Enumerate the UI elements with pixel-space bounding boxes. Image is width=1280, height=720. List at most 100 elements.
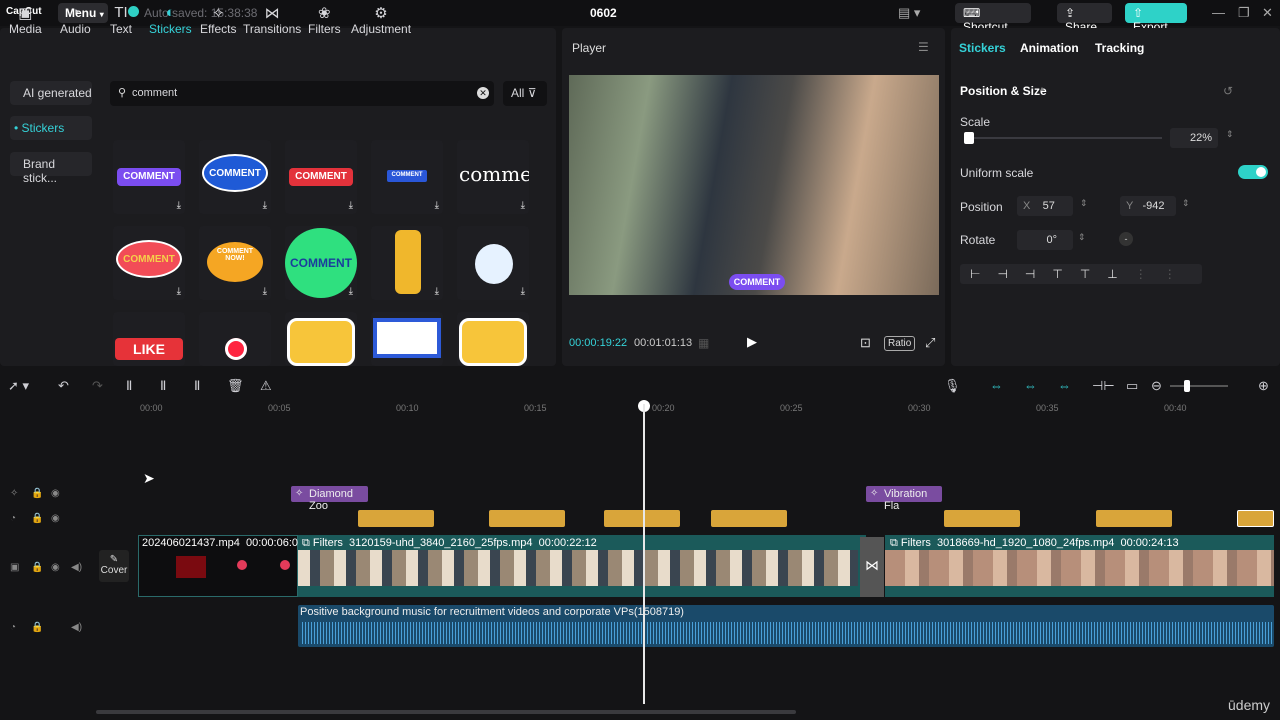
share-button[interactable]: ⇪ Share [1057, 3, 1112, 34]
download-icon[interactable]: ⤓ [521, 286, 525, 297]
project-title[interactable]: 0602 [590, 6, 617, 20]
sticker-tile[interactable]: COMMENT ⤓ [285, 226, 357, 300]
align-toolbar[interactable]: ⊢⊣⊣⊤⊤⊥⋮⋮ [960, 264, 1202, 284]
sticker-tile[interactable]: ⤓ [371, 226, 443, 300]
layout-icon[interactable]: ▤ ▾ [898, 5, 920, 21]
scale-slider-track[interactable] [966, 137, 1162, 139]
record-mic-icon[interactable]: 🎙 [944, 378, 961, 394]
sticker-tile[interactable]: COMMENT ⤓ [199, 140, 271, 214]
lock-icon[interactable]: 🔒 [31, 513, 43, 524]
scale-stepper-icon[interactable]: ⇕ [1226, 129, 1234, 140]
rotate-dial-icon[interactable]: - [1119, 232, 1133, 246]
tab-effects[interactable]: ✧ Effects [200, 4, 236, 36]
x-stepper-icon[interactable]: ⇕ [1080, 198, 1088, 209]
auto-snap-icon[interactable]: ⇔ [1024, 378, 1037, 393]
caption-icon[interactable]: ▭ [1126, 378, 1138, 394]
expand-icon[interactable]: ⤢ [925, 335, 935, 351]
zoom-out-icon[interactable]: ⊖ [1151, 378, 1162, 394]
download-icon[interactable]: ⤓ [349, 286, 353, 297]
transition-icon[interactable]: ⋈ [860, 537, 884, 597]
split-right-icon[interactable]: Ⅱ [194, 378, 200, 394]
download-icon[interactable]: ⤓ [263, 200, 267, 211]
download-icon[interactable]: ⤓ [177, 200, 181, 211]
cover-button[interactable]: ✎ Cover [99, 550, 129, 582]
filter-button[interactable]: All ⊽ [503, 81, 547, 106]
collapse-icon[interactable]: ▴ [1040, 84, 1044, 93]
scale-field[interactable]: 22% [1170, 128, 1218, 148]
sticker-tile[interactable]: COMMENT ⤓ [113, 226, 185, 300]
tab-animation[interactable]: Animation [1020, 41, 1079, 55]
sticker-clip[interactable] [358, 510, 434, 527]
sticker-tile[interactable] [199, 312, 271, 366]
ratio-button[interactable]: Ratio [884, 336, 916, 351]
scale-slider-knob[interactable] [964, 132, 974, 144]
section-title[interactable]: Position & Size [960, 84, 1047, 98]
close-icon[interactable]: ✕ [1262, 5, 1273, 21]
playhead[interactable] [643, 404, 645, 704]
category-ai-generated[interactable]: AI generated [10, 81, 92, 105]
tab-text[interactable]: TI Text [110, 4, 132, 36]
sticker-tile[interactable] [457, 312, 529, 366]
tab-stickers[interactable]: ◐ Stickers [149, 4, 192, 36]
lock-icon[interactable]: 🔒 [31, 488, 43, 499]
timeline-scrollbar[interactable] [96, 710, 796, 714]
main-track-magnet-icon[interactable]: ⇔ [990, 378, 1003, 393]
reset-icon[interactable]: ↺ [1223, 84, 1233, 98]
sticker-clip[interactable] [711, 510, 787, 527]
redo-icon[interactable]: ↷ [92, 378, 103, 394]
sticker-clip[interactable] [1096, 510, 1172, 527]
rotate-field[interactable]: 0° [1017, 230, 1073, 250]
sticker-tile[interactable]: LIKE [113, 312, 185, 366]
position-x-field[interactable]: X 57 [1017, 196, 1073, 216]
sticker-clip[interactable] [944, 510, 1020, 527]
sticker-tile[interactable]: COMMENT ⤓ [113, 140, 185, 214]
split-left-icon[interactable]: Ⅱ [160, 378, 166, 394]
sticker-tile[interactable]: ⤓ [457, 226, 529, 300]
download-icon[interactable]: ⤓ [435, 200, 439, 211]
tab-transitions[interactable]: ⋈ Transitions [243, 4, 301, 36]
timeline-view-icon[interactable]: ▦ [698, 336, 709, 350]
download-icon[interactable]: ⤓ [349, 200, 353, 211]
category-brand-stickers[interactable]: Brand stick... [10, 152, 92, 185]
video-preview[interactable]: COMMENT [569, 75, 939, 295]
tab-stickers[interactable]: Stickers [959, 41, 1006, 55]
play-icon[interactable]: ▶ [747, 334, 757, 350]
comment-sticker-overlay[interactable]: COMMENT [729, 274, 785, 290]
download-icon[interactable]: ⤓ [521, 200, 525, 211]
delete-icon[interactable]: 🗑 [227, 378, 244, 394]
audio-mute-icon[interactable]: ◀) [71, 562, 82, 573]
audio-mute-icon[interactable]: ◀) [71, 622, 82, 633]
sticker-tile[interactable]: COMMENT ⤓ [285, 140, 357, 214]
export-button[interactable]: ⇧ Export [1125, 3, 1187, 34]
linkage-icon[interactable]: ⇔ [1058, 378, 1071, 393]
zoom-slider-knob[interactable] [1184, 380, 1190, 392]
sticker-clip[interactable] [489, 510, 565, 527]
visibility-icon[interactable]: ◉ [51, 488, 60, 499]
undo-icon[interactable]: ↶ [58, 378, 69, 394]
fullscreen-crop-icon[interactable]: ⊡ [860, 335, 871, 351]
y-stepper-icon[interactable]: ⇕ [1182, 198, 1190, 209]
download-icon[interactable]: ⤓ [177, 286, 181, 297]
clear-search-icon[interactable]: ✕ [477, 87, 489, 99]
visibility-icon[interactable]: ◉ [51, 513, 60, 524]
category-stickers[interactable]: • Stickers [10, 116, 92, 140]
visibility-icon[interactable]: ◉ [51, 562, 60, 573]
tab-filters[interactable]: ❀ Filters [308, 4, 341, 36]
minimize-icon[interactable]: — [1212, 5, 1225, 20]
maximize-icon[interactable]: ❐ [1238, 5, 1250, 21]
lock-icon[interactable]: 🔒 [31, 622, 43, 633]
sticker-clip-selected[interactable] [1237, 510, 1274, 527]
tab-media[interactable]: ▣ Media [9, 4, 42, 36]
shortcut-button[interactable]: ⌨ Shortcut [955, 3, 1031, 34]
zoom-fit-icon[interactable]: ⊕ [1258, 378, 1269, 394]
download-icon[interactable]: ⤓ [435, 286, 439, 297]
sticker-clip[interactable] [604, 510, 680, 527]
preview-axis-icon[interactable]: ⊣⊢ [1092, 378, 1115, 394]
rotate-stepper-icon[interactable]: ⇕ [1078, 232, 1086, 243]
select-tool-icon[interactable]: ➚ ▾ [8, 378, 29, 394]
tab-audio[interactable]: ◔ Audio [60, 4, 91, 36]
sticker-tile[interactable]: COMMENT ⤓ [371, 140, 443, 214]
sticker-tile[interactable]: COMMENT NOW! ⤓ [199, 226, 271, 300]
player-menu-icon[interactable]: ☰ [918, 40, 929, 54]
lock-icon[interactable]: 🔒 [31, 562, 43, 573]
